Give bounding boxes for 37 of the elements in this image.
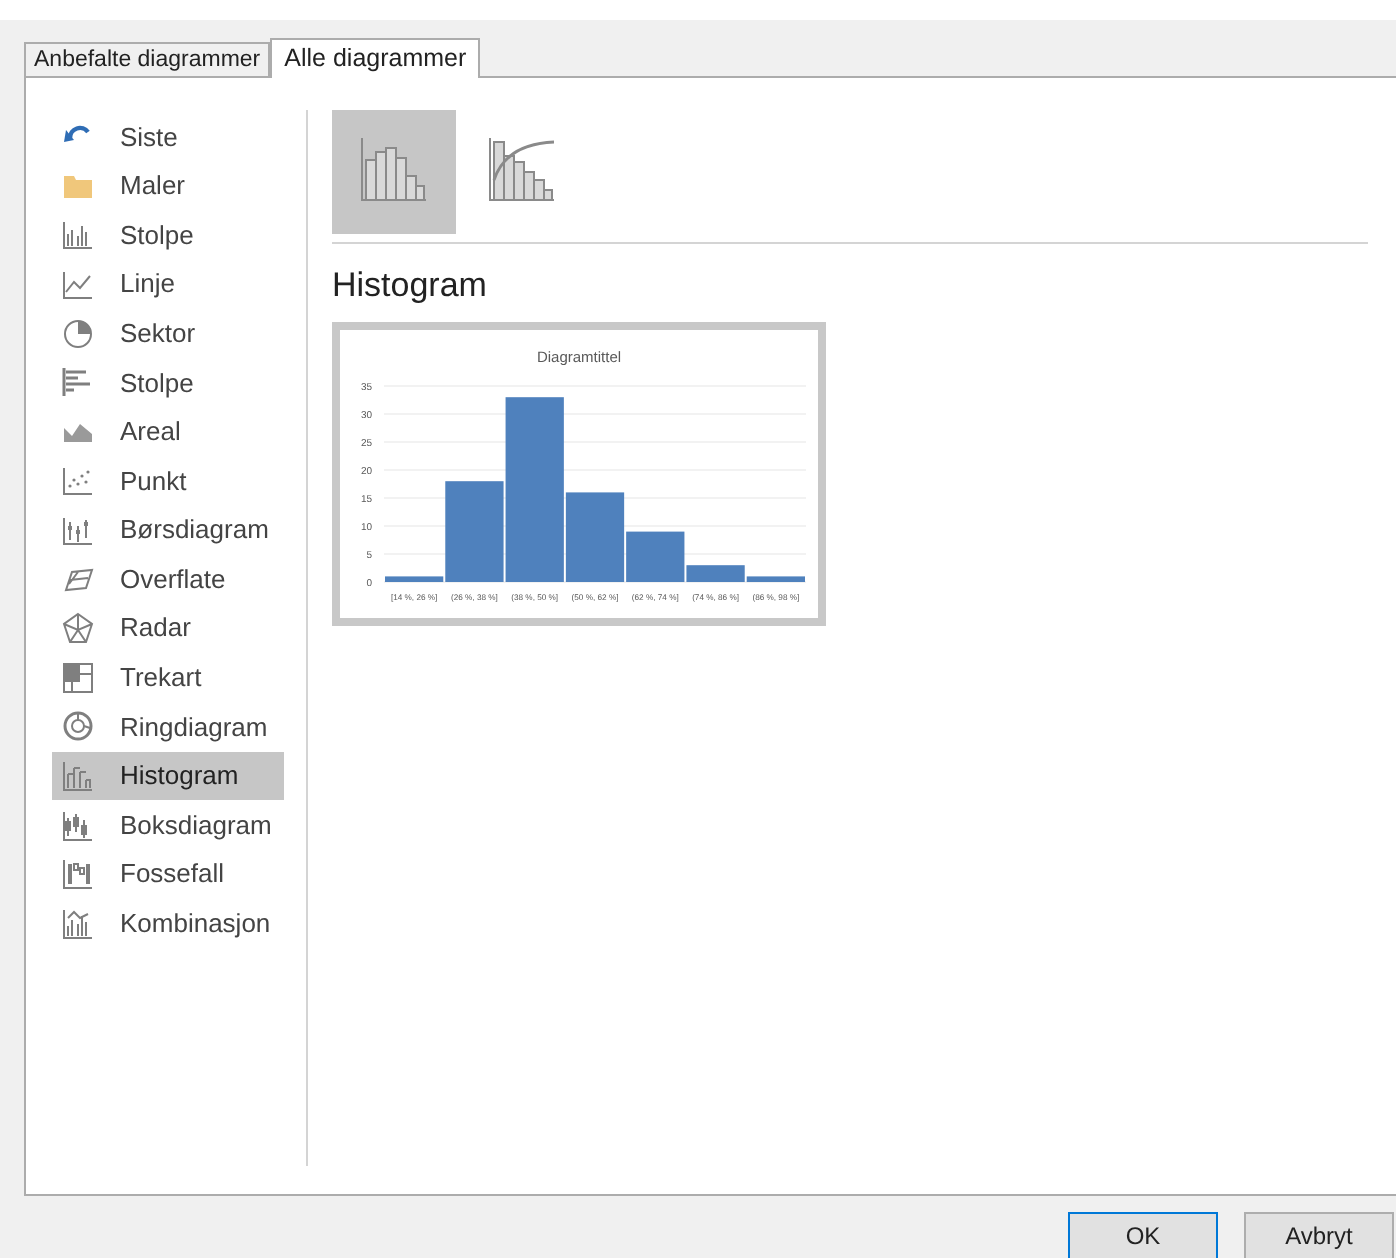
chart-type-item[interactable]: Linje [52,259,284,309]
dialog-button[interactable]: OK [1068,1212,1218,1258]
chart-type-item[interactable]: Fossefall [52,849,284,899]
chart-type-item[interactable]: Histogram [52,751,284,801]
chart-type-item[interactable]: Overflate [52,554,284,604]
bar-chart-icon [62,366,94,399]
chart-type-item[interactable]: Boksdiagram [52,800,284,850]
column-chart-icon [62,218,94,251]
chart-type-item[interactable]: Sektor [52,308,284,358]
radar-chart-icon [62,612,94,645]
chart-type-item[interactable]: Areal [52,407,284,457]
surface-chart-icon [62,563,94,596]
sunburst-chart-icon [62,710,94,743]
waterfall-chart-icon [62,858,94,891]
chart-type-item[interactable]: Radar [52,603,284,654]
box-plot-icon [62,809,94,842]
chart-type-item[interactable]: Kombinasjon [52,899,284,949]
chart-type-item[interactable]: Siste [52,112,284,162]
pie-chart-icon [62,317,94,350]
combo-chart-icon [62,907,94,940]
chart-type-item[interactable]: Børsdiagram [52,505,284,555]
tab[interactable]: Anbefalte diagrammer [24,42,271,76]
chart-type-heading: Histogram [332,264,489,308]
dialog-button[interactable]: Avbryt [1244,1212,1394,1258]
histogram-icon [62,760,94,793]
chart-type-item[interactable]: Ringdiagram [52,702,284,752]
chart-type-item[interactable]: Trekart [52,653,284,703]
chart-type-item[interactable]: Stolpe [52,210,284,260]
scatter-chart-icon [62,464,94,497]
chart-type-item[interactable]: Stolpe [52,357,284,408]
treemap-icon [62,661,94,694]
tab[interactable]: Alle diagrammer [270,38,481,78]
chart-type-item[interactable]: Punkt [52,456,284,506]
stock-chart-icon [62,514,94,547]
line-chart-icon [62,268,94,301]
chart-subtype-button[interactable] [332,110,456,234]
chart-type-item[interactable]: Maler [52,161,284,211]
